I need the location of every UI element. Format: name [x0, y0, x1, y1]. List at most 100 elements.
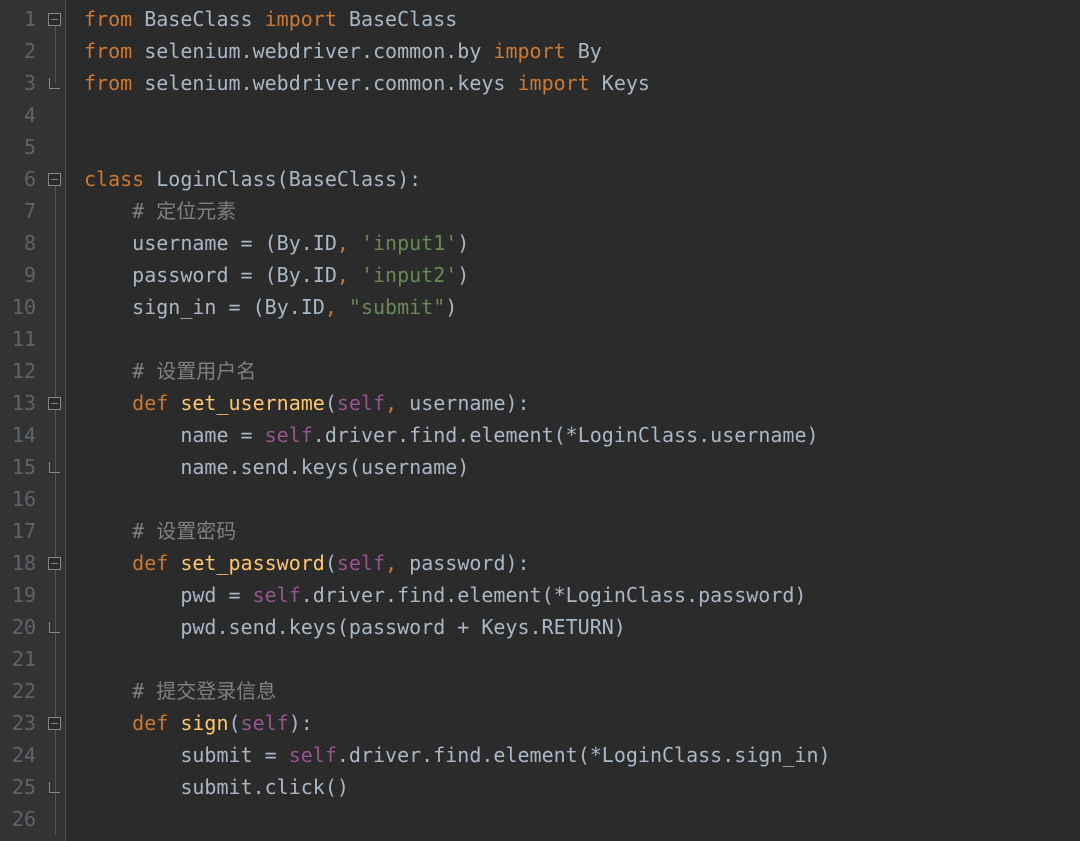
code-line[interactable]: class LoginClass(BaseClass):	[84, 163, 1080, 195]
line-number: 15	[6, 451, 36, 483]
line-number: 6	[6, 163, 36, 195]
fold-open-icon[interactable]	[48, 557, 61, 570]
fold-cell	[44, 3, 65, 35]
code-line[interactable]	[84, 99, 1080, 131]
fold-cell	[44, 739, 65, 771]
line-number: 16	[6, 483, 36, 515]
code-line[interactable]: sign_in = (By.ID, "submit")	[84, 291, 1080, 323]
line-number: 8	[6, 227, 36, 259]
code-line[interactable]	[84, 483, 1080, 515]
code-line[interactable]: username = (By.ID, 'input1')	[84, 227, 1080, 259]
fold-cell	[44, 483, 65, 515]
code-token: from	[84, 71, 132, 95]
fold-cell	[44, 547, 65, 579]
fold-close-icon[interactable]	[49, 782, 60, 793]
code-token: username = (By.ID	[84, 231, 337, 255]
fold-close-icon[interactable]	[49, 462, 60, 473]
fold-cell	[44, 515, 65, 547]
code-token: "submit"	[349, 295, 445, 319]
code-token: import	[517, 71, 589, 95]
code-line[interactable]: # 设置用户名	[84, 355, 1080, 387]
line-number: 14	[6, 419, 36, 451]
code-editor[interactable]: 1234567891011121314151617181920212223242…	[0, 0, 1080, 841]
code-token: .driver.find.element(*LoginClass.usernam…	[313, 423, 819, 447]
code-token: def	[132, 551, 180, 575]
code-line[interactable]	[84, 803, 1080, 835]
fold-cell	[44, 35, 65, 67]
line-number: 2	[6, 35, 36, 67]
fold-cell	[44, 387, 65, 419]
fold-cell	[44, 611, 65, 643]
line-number: 20	[6, 611, 36, 643]
code-token: self	[253, 583, 301, 607]
code-line[interactable]: def sign(self):	[84, 707, 1080, 739]
code-line[interactable]: pwd = self.driver.find.element(*LoginCla…	[84, 579, 1080, 611]
fold-open-icon[interactable]	[48, 397, 61, 410]
code-token: pwd =	[84, 583, 253, 607]
code-line[interactable]: name = self.driver.find.element(*LoginCl…	[84, 419, 1080, 451]
code-token	[84, 199, 132, 223]
line-number-gutter: 1234567891011121314151617181920212223242…	[0, 0, 44, 841]
line-number: 3	[6, 67, 36, 99]
code-token: selenium.webdriver.common.keys	[132, 71, 517, 95]
code-line[interactable]: name.send.keys(username)	[84, 451, 1080, 483]
fold-close-icon[interactable]	[49, 622, 60, 633]
fold-open-icon[interactable]	[48, 173, 61, 186]
code-area[interactable]: from BaseClass import BaseClassfrom sele…	[66, 0, 1080, 841]
code-token: self	[337, 551, 385, 575]
line-number: 26	[6, 803, 36, 835]
code-line[interactable]: submit.click()	[84, 771, 1080, 803]
fold-close-icon[interactable]	[49, 78, 60, 89]
code-line[interactable]: submit = self.driver.find.element(*Login…	[84, 739, 1080, 771]
code-line[interactable]: # 提交登录信息	[84, 675, 1080, 707]
code-token	[84, 391, 132, 415]
fold-cell	[44, 227, 65, 259]
code-line[interactable]: # 定位元素	[84, 195, 1080, 227]
code-token: set_password	[180, 551, 325, 575]
code-token: .driver.find.element(*LoginClass.passwor…	[301, 583, 807, 607]
code-token: self	[241, 711, 289, 735]
code-token: username):	[409, 391, 529, 415]
code-token: from	[84, 39, 132, 63]
code-line[interactable]: password = (By.ID, 'input2')	[84, 259, 1080, 291]
code-token: from	[84, 7, 132, 31]
code-token: self	[265, 423, 313, 447]
code-line[interactable]: from selenium.webdriver.common.by import…	[84, 35, 1080, 67]
fold-open-icon[interactable]	[48, 717, 61, 730]
code-token	[84, 711, 132, 735]
code-token: LoginClass(BaseClass):	[156, 167, 421, 191]
fold-cell	[44, 451, 65, 483]
line-number: 10	[6, 291, 36, 323]
code-line[interactable]	[84, 131, 1080, 163]
line-number: 17	[6, 515, 36, 547]
code-line[interactable]	[84, 643, 1080, 675]
code-line[interactable]: from selenium.webdriver.common.keys impo…	[84, 67, 1080, 99]
fold-cell	[44, 643, 65, 675]
code-token: import	[265, 7, 337, 31]
fold-cell	[44, 579, 65, 611]
code-line[interactable]	[84, 323, 1080, 355]
code-line[interactable]: def set_username(self, username):	[84, 387, 1080, 419]
code-line[interactable]: from BaseClass import BaseClass	[84, 3, 1080, 35]
code-token: By	[566, 39, 602, 63]
code-token: # 设置密码	[132, 519, 236, 543]
fold-cell	[44, 131, 65, 163]
code-token: )	[457, 231, 469, 255]
code-token: password):	[409, 551, 529, 575]
line-number: 23	[6, 707, 36, 739]
fold-cell	[44, 323, 65, 355]
code-token: def	[132, 391, 180, 415]
code-line[interactable]: def set_password(self, password):	[84, 547, 1080, 579]
line-number: 13	[6, 387, 36, 419]
fold-open-icon[interactable]	[48, 13, 61, 26]
fold-cell	[44, 259, 65, 291]
fold-cell	[44, 291, 65, 323]
line-number: 11	[6, 323, 36, 355]
code-token	[84, 551, 132, 575]
code-token: name =	[84, 423, 265, 447]
code-token: def	[132, 711, 180, 735]
code-token: self	[337, 391, 385, 415]
code-line[interactable]: pwd.send.keys(password + Keys.RETURN)	[84, 611, 1080, 643]
code-line[interactable]: # 设置密码	[84, 515, 1080, 547]
code-token: 'input2'	[361, 263, 457, 287]
